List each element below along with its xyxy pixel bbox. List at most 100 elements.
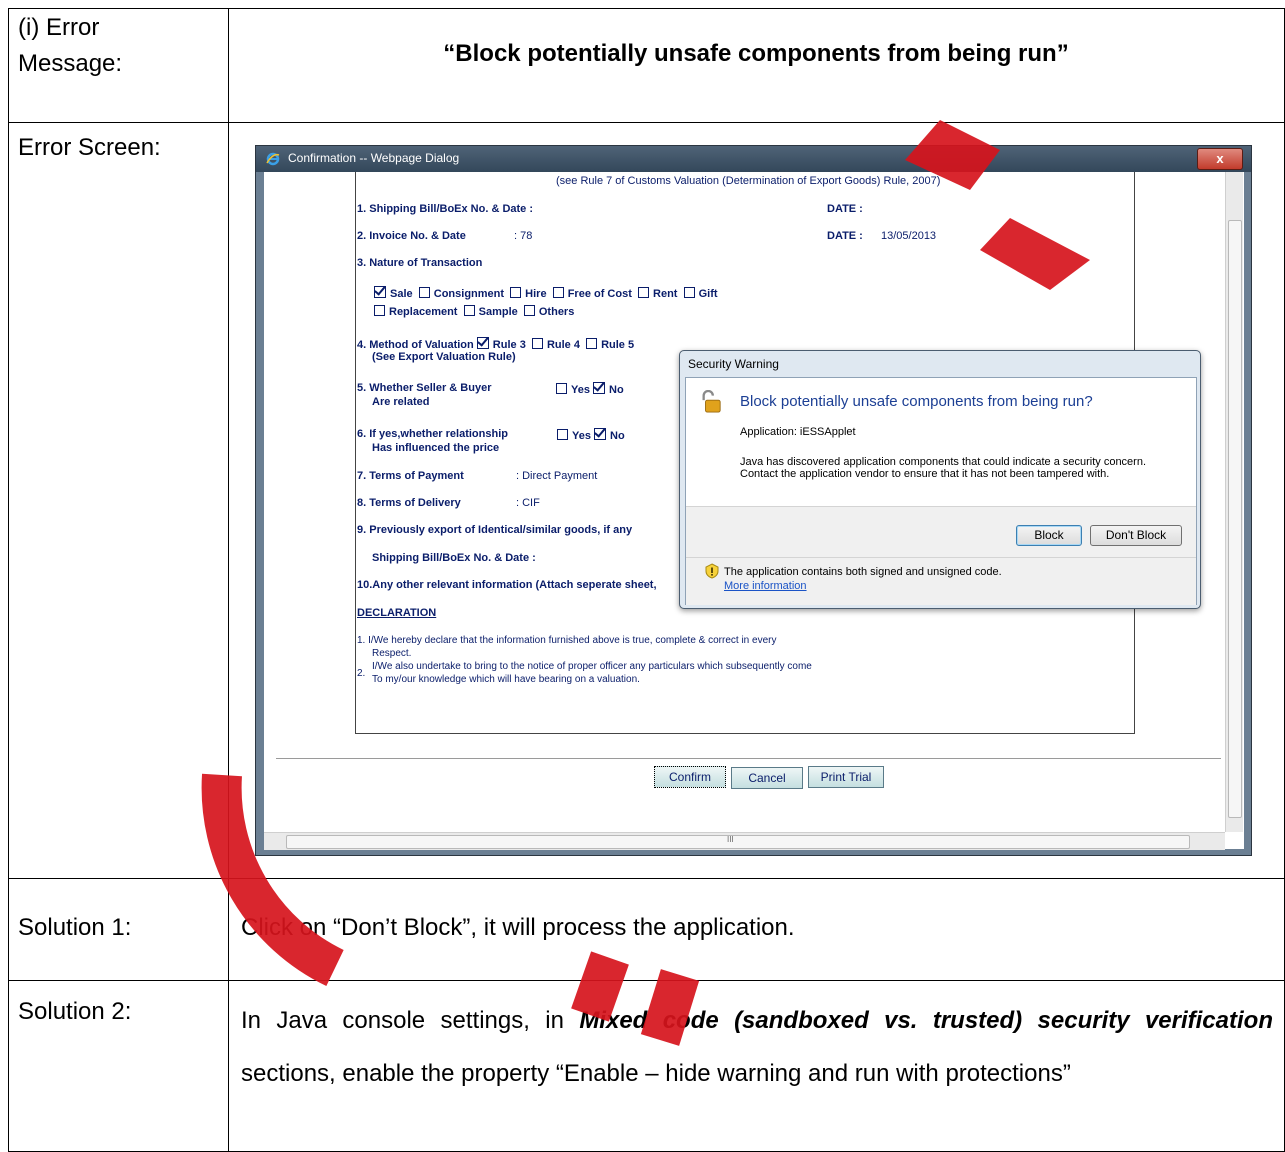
cancel-button[interactable]: Cancel <box>731 767 803 789</box>
option-rent: Rent <box>653 288 678 300</box>
dialog-divider <box>686 557 1196 558</box>
option-consignment: Consignment <box>433 288 505 300</box>
item-invoice: 2. Invoice No. & Date <box>357 230 466 242</box>
checkbox-hire[interactable] <box>510 287 522 298</box>
checkbox-influenced-no[interactable] <box>594 428 607 440</box>
option-sale: Sale <box>390 288 413 300</box>
checkbox-replacement[interactable] <box>374 305 385 316</box>
relationship-options: Yes No <box>557 428 625 442</box>
error-message-text: “Block potentially unsafe components fro… <box>443 40 1069 67</box>
window-title: Confirmation -- Webpage Dialog <box>288 151 460 165</box>
declaration-heading: DECLARATION <box>357 607 437 619</box>
checkbox-free-of-cost[interactable] <box>552 287 564 298</box>
checkbox-gift[interactable] <box>683 287 695 298</box>
option-rule3: Rule 3 <box>492 339 526 351</box>
security-warning-dialog: Security Warning Block potentially unsaf… <box>679 350 1201 609</box>
internet-explorer-icon <box>266 152 280 166</box>
scroll-grip: III <box>727 835 734 844</box>
checkbox-rule4[interactable] <box>531 338 543 349</box>
option-influenced-yes: Yes <box>572 430 591 442</box>
vertical-scroll-thumb[interactable] <box>1228 220 1242 818</box>
declaration-1: 1. I/We hereby declare that the informat… <box>357 635 777 646</box>
solution2-text: In Java console settings, in Mixed code … <box>241 994 1273 1100</box>
option-sample: Sample <box>478 306 518 318</box>
checkbox-rule3[interactable] <box>476 337 489 349</box>
dialog-heading: Block potentially unsafe components from… <box>740 393 1093 410</box>
rule-header: (see Rule 7 of Customs Valuation (Determ… <box>556 175 941 187</box>
checkbox-rent[interactable] <box>638 287 650 298</box>
option-related-no: No <box>609 384 624 396</box>
table-border-row1 <box>8 122 1285 123</box>
horizontal-scroll-thumb[interactable]: III <box>286 835 1190 849</box>
item-shipping-bill-date: DATE : <box>827 203 863 215</box>
checkbox-influenced-yes[interactable] <box>557 429 568 440</box>
window-close-button[interactable]: x <box>1197 148 1243 170</box>
item-shipping-bill: 1. Shipping Bill/BoEx No. & Date : <box>357 203 534 215</box>
print-trial-button[interactable]: Print Trial <box>808 766 884 788</box>
option-replacement: Replacement <box>389 306 458 318</box>
item-previous-export-sub: Shipping Bill/BoEx No. & Date : <box>372 552 536 564</box>
item-invoice-date-label: DATE : <box>827 230 863 242</box>
form-separator <box>276 758 1221 759</box>
option-hire: Hire <box>525 288 547 300</box>
solution2-setting-name: Mixed code (sandboxed vs. trusted) secur… <box>579 1007 1273 1034</box>
checkbox-sample[interactable] <box>463 305 475 316</box>
confirm-button[interactable]: Confirm <box>654 766 726 788</box>
dialog-warning-text: The application contains both signed and… <box>724 566 1002 578</box>
transaction-options-row1: Sale Consignment Hire Free of Cost Rent … <box>374 286 718 300</box>
window-titlebar: Confirmation -- Webpage Dialog x <box>256 146 1251 172</box>
method-valuation-sub: (See Export Valuation Rule) <box>372 351 516 363</box>
dialog-content: Block potentially unsafe components from… <box>685 377 1197 605</box>
item-relationship: 6. If yes,whether relationship <box>357 428 508 440</box>
solution1-text: Click on “Don’t Block”, it will process … <box>241 914 795 941</box>
declaration-2-line2: To my/our knowledge which will have bear… <box>372 674 640 685</box>
checkbox-consignment[interactable] <box>418 287 430 298</box>
declaration-2: I/We also undertake to bring to the noti… <box>372 661 812 672</box>
item-terms-delivery: 8. Terms of Delivery <box>357 497 461 509</box>
item-other-info: 10.Any other relevant information (Attac… <box>357 579 657 591</box>
declaration-1-line2: Respect. <box>372 648 412 659</box>
item-previous-export: 9. Previously export of Identical/simila… <box>357 524 633 536</box>
solution2-text-start: In Java console settings, in <box>241 1007 580 1034</box>
checkbox-sale[interactable] <box>374 286 386 298</box>
item-relationship-line2: Has influenced the price <box>372 442 500 454</box>
checkbox-related-yes[interactable] <box>556 383 567 394</box>
option-rule5: Rule 5 <box>601 339 635 351</box>
solution2-label: Solution 2: <box>18 998 132 1025</box>
item-terms-delivery-value: : CIF <box>516 497 540 509</box>
item-terms-payment-value: : Direct Payment <box>516 470 598 482</box>
item-method-valuation: 4. Method of Valuation Rule 3 Rule 4 Rul… <box>357 337 634 351</box>
close-icon: x <box>1216 151 1224 166</box>
checkbox-rule5[interactable] <box>586 338 598 349</box>
more-information-link[interactable]: More information <box>724 580 807 592</box>
declaration-2-number: 2. <box>357 668 366 679</box>
option-rule4: Rule 4 <box>546 339 580 351</box>
item-invoice-date-value: 13/05/2013 <box>881 230 937 242</box>
error-screen-label: Error Screen: <box>18 134 161 161</box>
option-others: Others <box>538 306 575 318</box>
table-border-row3 <box>8 980 1285 981</box>
table-border-row2 <box>8 878 1285 879</box>
item-terms-payment: 7. Terms of Payment <box>357 470 464 482</box>
item-seller-buyer: 5. Whether Seller & Buyer <box>357 382 492 394</box>
horizontal-scrollbar[interactable]: III <box>264 832 1225 850</box>
option-free-of-cost: Free of Cost <box>567 288 632 300</box>
checkbox-others[interactable] <box>523 305 535 316</box>
block-button[interactable]: Block <box>1016 525 1082 546</box>
dialog-title: Security Warning <box>688 357 779 371</box>
unlocked-padlock-icon <box>702 390 721 413</box>
item-seller-buyer-line2: Are related <box>372 396 430 408</box>
option-influenced-no: No <box>610 430 625 442</box>
table-border-top <box>8 8 1285 9</box>
dialog-body-text: Java has discovered application componen… <box>740 456 1147 480</box>
solution1-label: Solution 1: <box>18 914 132 941</box>
item-invoice-value: : 78 <box>514 230 533 242</box>
table-border-middle <box>228 8 229 1152</box>
table-border-left <box>8 8 9 1152</box>
item-nature-transaction: 3. Nature of Transaction <box>357 257 483 269</box>
vertical-scrollbar[interactable] <box>1225 172 1243 832</box>
solution2-text-end: sections, enable the property “Enable – … <box>241 1060 1071 1087</box>
dialog-footer: Block Don't Block The application contai… <box>686 506 1196 605</box>
dont-block-button[interactable]: Don't Block <box>1090 525 1182 546</box>
checkbox-related-no[interactable] <box>593 382 606 394</box>
